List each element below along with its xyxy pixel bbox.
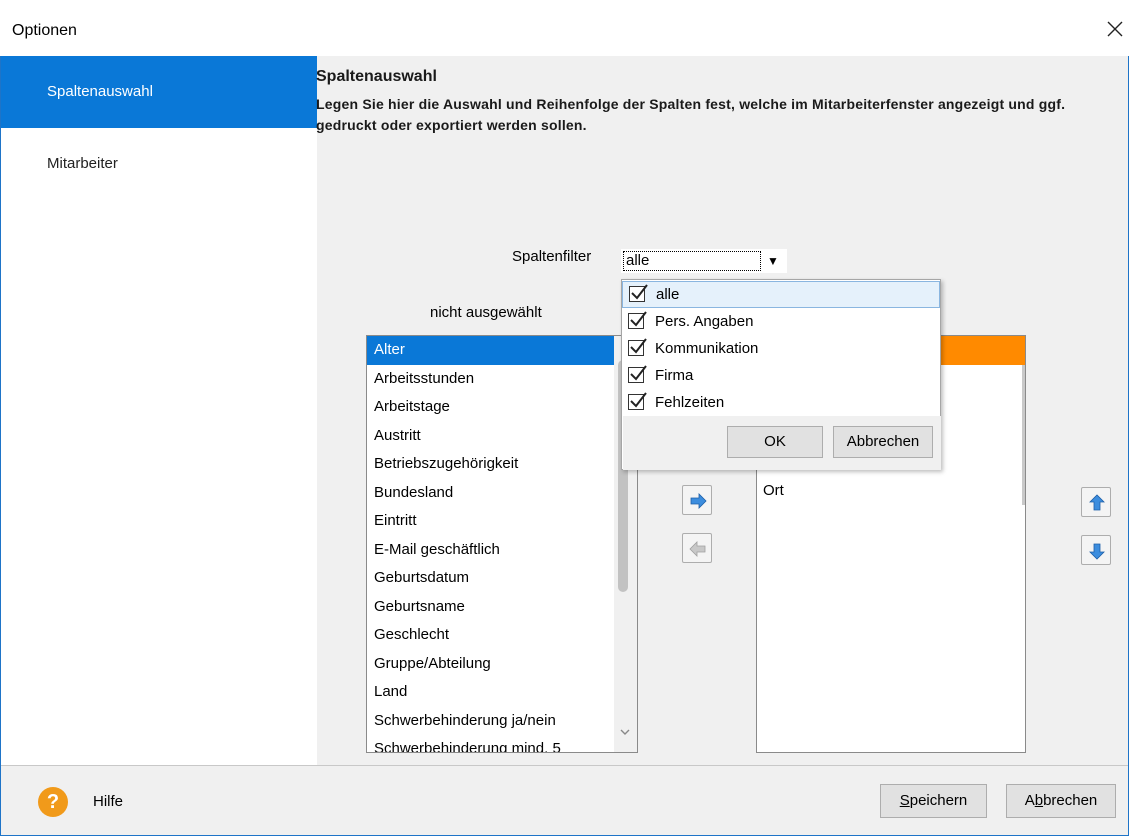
move-up-button[interactable] xyxy=(1081,487,1111,517)
cancel-label-prefix: A xyxy=(1024,792,1035,809)
filter-label: Spaltenfilter xyxy=(512,248,592,265)
list-item[interactable]: Ort xyxy=(763,482,784,499)
sidebar: Spaltenauswahl Mitarbeiter xyxy=(1,56,317,765)
save-label: peichern xyxy=(909,792,968,809)
checkmark-icon xyxy=(630,365,647,381)
column-filter-combobox[interactable]: alle ▼ xyxy=(621,249,787,273)
chevron-down-icon[interactable] xyxy=(620,728,630,736)
filter-option-label: alle xyxy=(656,286,680,303)
checkmark-icon xyxy=(630,392,647,408)
sidebar-item-mitarbeiter[interactable]: Mitarbeiter xyxy=(1,128,317,200)
move-right-button[interactable] xyxy=(682,485,712,515)
filter-option-pers-angaben[interactable]: Pers. Angaben xyxy=(622,309,940,336)
move-down-button[interactable] xyxy=(1081,535,1111,565)
filter-option-fehlzeiten[interactable]: Fehlzeiten xyxy=(622,390,940,417)
title-bar: Optionen xyxy=(0,0,1129,56)
filter-option-label: Fehlzeiten xyxy=(655,394,725,411)
checkmark-icon xyxy=(630,311,647,327)
checkbox[interactable] xyxy=(629,284,648,302)
filter-option-alle[interactable]: alle xyxy=(622,281,940,308)
arrow-down-icon xyxy=(1089,543,1105,560)
section-title: Spaltenauswahl xyxy=(316,68,437,85)
list-item[interactable]: Schwerbehinderung ja/nein xyxy=(367,707,637,736)
list-item[interactable]: Geburtsname xyxy=(367,593,637,622)
list-item[interactable]: Schwerbehinderung mind. 5 xyxy=(367,735,637,752)
checkbox[interactable] xyxy=(628,338,647,356)
list-item[interactable]: Austritt xyxy=(367,422,637,451)
arrow-up-icon xyxy=(1089,494,1105,511)
filter-option-label: Kommunikation xyxy=(655,340,759,357)
help-icon[interactable]: ? xyxy=(38,787,68,817)
checkmark-icon xyxy=(630,338,647,354)
dropdown-footer: OK Abbrechen xyxy=(623,416,941,470)
checkbox[interactable] xyxy=(628,365,647,383)
filter-option-label: Pers. Angaben xyxy=(655,313,754,330)
filter-ok-button[interactable]: OK xyxy=(727,426,823,458)
cancel-label: brechen xyxy=(1043,792,1098,809)
sidebar-item-spaltenauswahl[interactable]: Spaltenauswahl xyxy=(1,56,317,128)
list-item[interactable]: E-Mail geschäftlich xyxy=(367,536,637,565)
arrow-right-icon xyxy=(690,493,707,509)
list-item[interactable]: Eintritt xyxy=(367,507,637,536)
filter-dropdown: alle Pers. Angaben Kommunikation Firma F… xyxy=(621,279,941,470)
save-mnemonic: S xyxy=(899,792,910,809)
list-item[interactable]: Arbeitstage xyxy=(367,393,637,422)
filter-option-label: Firma xyxy=(655,367,694,384)
checkmark-icon xyxy=(631,284,648,300)
filter-cancel-button[interactable]: Abbrechen xyxy=(833,426,933,458)
sidebar-item-label: Spaltenauswahl xyxy=(47,83,153,100)
list-item[interactable]: Geburtsdatum xyxy=(367,564,637,593)
sidebar-item-label: Mitarbeiter xyxy=(47,155,118,172)
list-item[interactable]: Arbeitsstunden xyxy=(367,365,637,394)
list-item[interactable]: Betriebszugehörigkeit xyxy=(367,450,637,479)
list-item[interactable]: Geschlecht xyxy=(367,621,637,650)
help-label[interactable]: Hilfe xyxy=(93,793,123,810)
window-title: Optionen xyxy=(12,22,77,39)
not-selected-label: nicht ausgewählt xyxy=(430,304,542,321)
filter-option-kommunikation[interactable]: Kommunikation xyxy=(622,336,940,363)
scrollbar[interactable] xyxy=(1022,365,1025,505)
list-item[interactable]: Gruppe/Abteilung xyxy=(367,650,637,679)
checkbox[interactable] xyxy=(628,392,647,410)
arrow-left-icon xyxy=(689,541,706,557)
chevron-down-icon[interactable]: ▼ xyxy=(759,249,787,273)
list-item[interactable]: Land xyxy=(367,678,637,707)
list-item[interactable]: Alter xyxy=(367,336,637,365)
section-description: Legen Sie hier die Auswahl und Reihenfol… xyxy=(316,96,1066,133)
cancel-mnemonic: b xyxy=(1034,792,1044,809)
filter-option-firma[interactable]: Firma xyxy=(622,363,940,390)
not-selected-list[interactable]: Alter Arbeitsstunden Arbeitstage Austrit… xyxy=(366,335,638,753)
move-left-button[interactable] xyxy=(682,533,712,563)
save-button[interactable]: Speichern xyxy=(880,784,987,818)
filter-value: alle xyxy=(626,252,650,269)
cancel-button[interactable]: Abbrechen xyxy=(1006,784,1116,818)
checkbox[interactable] xyxy=(628,311,647,329)
close-icon[interactable] xyxy=(1103,17,1127,41)
list-item[interactable]: Bundesland xyxy=(367,479,637,508)
